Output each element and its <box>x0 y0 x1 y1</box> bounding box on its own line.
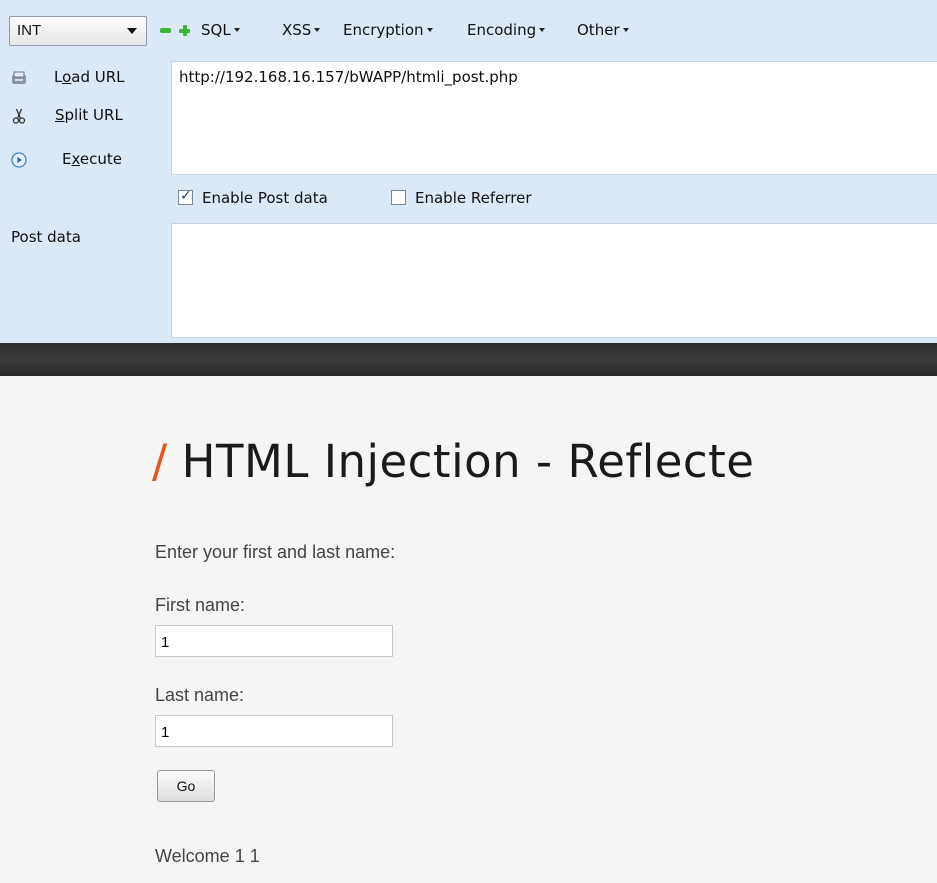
plus-icon[interactable] <box>179 25 190 36</box>
first-name-label: First name: <box>155 595 246 615</box>
caret-down-icon <box>314 28 321 32</box>
page-content: / HTML Injection - Reflecte Enter your fi… <box>0 376 937 883</box>
welcome-message: Welcome 1 1 <box>155 846 260 866</box>
last-name-input[interactable]: 1 <box>155 715 393 747</box>
load-url-icon <box>12 71 26 84</box>
enable-referrer-checkbox[interactable] <box>391 190 406 205</box>
caret-down-icon <box>233 28 240 32</box>
caret-down-icon <box>426 28 433 32</box>
enable-post-checkbox[interactable] <box>178 188 193 205</box>
enable-post-label: Enable Post data <box>202 189 328 207</box>
chevron-down-icon <box>127 28 137 34</box>
menu-encryption[interactable]: Encryption <box>343 21 433 39</box>
hackbar-toolbar: INT SQL XSS Encryption Encoding Other <box>0 0 937 50</box>
enable-post-toggle[interactable]: Enable Post data <box>178 188 328 207</box>
play-icon <box>11 152 27 168</box>
type-select[interactable]: INT <box>9 16 147 46</box>
type-select-value: INT <box>17 22 42 39</box>
post-data-textarea[interactable] <box>171 223 937 338</box>
scissors-icon <box>12 108 26 124</box>
menu-xss[interactable]: XSS <box>282 21 321 39</box>
split-url-label: Split URL <box>55 106 123 124</box>
split-url-button[interactable]: Split URL <box>0 104 165 130</box>
menu-encoding[interactable]: Encoding <box>467 21 546 39</box>
title-slash: / <box>152 435 168 488</box>
hackbar-panel: INT SQL XSS Encryption Encoding Other Lo… <box>0 0 937 343</box>
page-title: / HTML Injection - Reflecte <box>152 435 755 488</box>
caret-down-icon <box>622 28 629 32</box>
page-header-bar <box>0 343 937 376</box>
execute-button[interactable]: Execute <box>0 148 165 174</box>
last-name-value: 1 <box>161 724 170 741</box>
load-url-button[interactable]: Load URL <box>0 66 165 92</box>
minus-icon[interactable] <box>160 28 171 33</box>
menu-sql[interactable]: SQL <box>201 21 240 39</box>
execute-label: Execute <box>62 150 122 168</box>
first-name-value: 1 <box>161 634 170 651</box>
title-text: HTML Injection - Reflecte <box>181 435 755 488</box>
first-name-input[interactable]: 1 <box>155 625 393 657</box>
load-url-label: Load URL <box>54 68 125 86</box>
menu-other[interactable]: Other <box>577 21 629 39</box>
go-button[interactable]: Go <box>157 770 215 802</box>
url-value: http://192.168.16.157/bWAPP/htmli_post.p… <box>179 68 518 86</box>
enable-referrer-toggle[interactable]: Enable Referrer <box>391 189 531 207</box>
last-name-label: Last name: <box>155 685 245 705</box>
caret-down-icon <box>539 28 546 32</box>
enable-referrer-label: Enable Referrer <box>415 189 532 207</box>
form-prompt: Enter your first and last name: <box>155 542 396 562</box>
url-textarea[interactable]: http://192.168.16.157/bWAPP/htmli_post.p… <box>171 61 937 175</box>
post-data-label: Post data <box>11 228 81 246</box>
